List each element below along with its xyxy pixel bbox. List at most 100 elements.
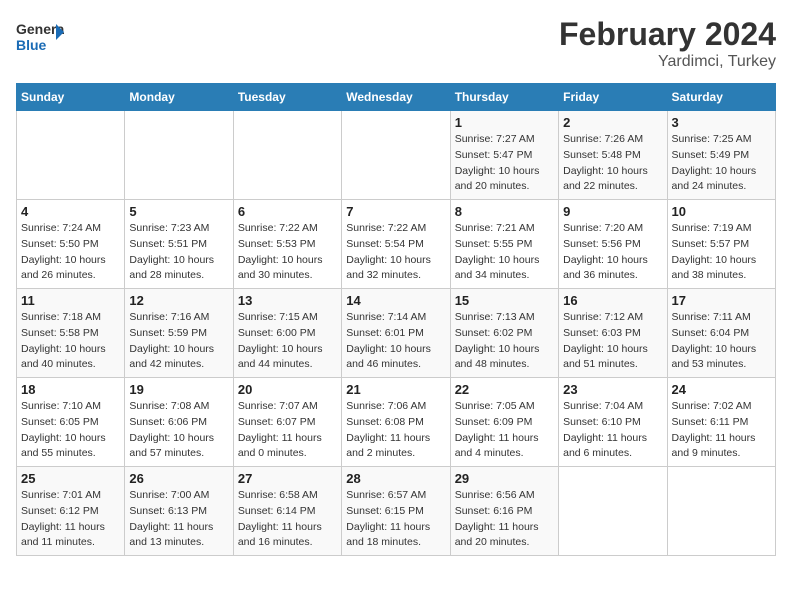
- calendar-day-cell: 5 Sunrise: 7:23 AM Sunset: 5:51 PM Daylig…: [125, 200, 233, 289]
- calendar-day-cell: 14 Sunrise: 7:14 AM Sunset: 6:01 PM Dayli…: [342, 289, 450, 378]
- title-block: February 2024 Yardimci, Turkey: [559, 16, 776, 71]
- day-number: 16: [563, 293, 662, 308]
- calendar-day-cell: 6 Sunrise: 7:22 AM Sunset: 5:53 PM Daylig…: [233, 200, 341, 289]
- day-number: 10: [672, 204, 771, 219]
- day-number: 13: [238, 293, 337, 308]
- calendar-day-cell: 12 Sunrise: 7:16 AM Sunset: 5:59 PM Dayli…: [125, 289, 233, 378]
- day-number: 22: [455, 382, 554, 397]
- day-number: 8: [455, 204, 554, 219]
- calendar-day-cell: 24 Sunrise: 7:02 AM Sunset: 6:11 PM Dayli…: [667, 378, 775, 467]
- day-details: Sunrise: 7:22 AM Sunset: 5:54 PM Dayligh…: [346, 221, 445, 284]
- day-details: Sunrise: 7:10 AM Sunset: 6:05 PM Dayligh…: [21, 399, 120, 462]
- day-details: Sunrise: 7:24 AM Sunset: 5:50 PM Dayligh…: [21, 221, 120, 284]
- day-details: Sunrise: 7:13 AM Sunset: 6:02 PM Dayligh…: [455, 310, 554, 373]
- day-number: 5: [129, 204, 228, 219]
- day-number: 9: [563, 204, 662, 219]
- day-details: Sunrise: 7:12 AM Sunset: 6:03 PM Dayligh…: [563, 310, 662, 373]
- calendar-day-cell: 28 Sunrise: 6:57 AM Sunset: 6:15 PM Dayli…: [342, 467, 450, 556]
- calendar-day-cell: 25Sunrise: 7:01 AM Sunset: 6:12 PM Dayli…: [17, 467, 125, 556]
- day-number: 28: [346, 471, 445, 486]
- calendar-table: Sunday Monday Tuesday Wednesday Thursday…: [16, 83, 776, 556]
- header-sunday: Sunday: [17, 84, 125, 111]
- calendar-day-cell: 27Sunrise: 6:58 AM Sunset: 6:14 PM Dayli…: [233, 467, 341, 556]
- day-details: Sunrise: 7:22 AM Sunset: 5:53 PM Dayligh…: [238, 221, 337, 284]
- calendar-day-cell: 17 Sunrise: 7:11 AM Sunset: 6:04 PM Dayli…: [667, 289, 775, 378]
- day-details: Sunrise: 7:20 AM Sunset: 5:56 PM Dayligh…: [563, 221, 662, 284]
- calendar-day-cell: 7 Sunrise: 7:22 AM Sunset: 5:54 PM Daylig…: [342, 200, 450, 289]
- calendar-day-cell: 3 Sunrise: 7:25 AM Sunset: 5:49 PM Daylig…: [667, 111, 775, 200]
- calendar-day-cell: 4 Sunrise: 7:24 AM Sunset: 5:50 PM Daylig…: [17, 200, 125, 289]
- calendar-day-cell: 19 Sunrise: 7:08 AM Sunset: 6:06 PM Dayli…: [125, 378, 233, 467]
- header-tuesday: Tuesday: [233, 84, 341, 111]
- header-thursday: Thursday: [450, 84, 558, 111]
- calendar-day-cell: [17, 111, 125, 200]
- page-header: General Blue February 2024 Yardimci, Tur…: [16, 16, 776, 71]
- day-number: 4: [21, 204, 120, 219]
- calendar-day-cell: [342, 111, 450, 200]
- day-number: 23: [563, 382, 662, 397]
- day-number: 11: [21, 293, 120, 308]
- day-details: Sunrise: 7:07 AM Sunset: 6:07 PM Dayligh…: [238, 399, 337, 462]
- day-details: Sunrise: 6:58 AM Sunset: 6:14 PM Dayligh…: [238, 488, 337, 551]
- calendar-day-cell: [559, 467, 667, 556]
- day-details: Sunrise: 7:16 AM Sunset: 5:59 PM Dayligh…: [129, 310, 228, 373]
- header-wednesday: Wednesday: [342, 84, 450, 111]
- day-details: Sunrise: 7:01 AM Sunset: 6:12 PM Dayligh…: [21, 488, 120, 551]
- day-number: 18: [21, 382, 120, 397]
- day-details: Sunrise: 6:57 AM Sunset: 6:15 PM Dayligh…: [346, 488, 445, 551]
- logo-icon: General Blue: [16, 16, 64, 56]
- day-details: Sunrise: 7:06 AM Sunset: 6:08 PM Dayligh…: [346, 399, 445, 462]
- day-number: 24: [672, 382, 771, 397]
- day-details: Sunrise: 7:02 AM Sunset: 6:11 PM Dayligh…: [672, 399, 771, 462]
- day-details: Sunrise: 7:27 AM Sunset: 5:47 PM Dayligh…: [455, 132, 554, 195]
- day-number: 14: [346, 293, 445, 308]
- day-number: 2: [563, 115, 662, 130]
- calendar-day-cell: 1Sunrise: 7:27 AM Sunset: 5:47 PM Daylig…: [450, 111, 558, 200]
- day-number: 20: [238, 382, 337, 397]
- day-details: Sunrise: 7:18 AM Sunset: 5:58 PM Dayligh…: [21, 310, 120, 373]
- day-details: Sunrise: 7:11 AM Sunset: 6:04 PM Dayligh…: [672, 310, 771, 373]
- header-friday: Friday: [559, 84, 667, 111]
- day-number: 26: [129, 471, 228, 486]
- calendar-week-row: 18 Sunrise: 7:10 AM Sunset: 6:05 PM Dayli…: [17, 378, 776, 467]
- calendar-day-cell: 26 Sunrise: 7:00 AM Sunset: 6:13 PM Dayli…: [125, 467, 233, 556]
- calendar-week-row: 1Sunrise: 7:27 AM Sunset: 5:47 PM Daylig…: [17, 111, 776, 200]
- day-details: Sunrise: 7:08 AM Sunset: 6:06 PM Dayligh…: [129, 399, 228, 462]
- day-details: Sunrise: 7:25 AM Sunset: 5:49 PM Dayligh…: [672, 132, 771, 195]
- calendar-week-row: 11 Sunrise: 7:18 AM Sunset: 5:58 PM Dayli…: [17, 289, 776, 378]
- day-number: 21: [346, 382, 445, 397]
- calendar-day-cell: 2Sunrise: 7:26 AM Sunset: 5:48 PM Daylig…: [559, 111, 667, 200]
- day-number: 17: [672, 293, 771, 308]
- calendar-day-cell: [667, 467, 775, 556]
- calendar-day-cell: 15 Sunrise: 7:13 AM Sunset: 6:02 PM Dayli…: [450, 289, 558, 378]
- calendar-day-cell: [233, 111, 341, 200]
- calendar-day-cell: 23Sunrise: 7:04 AM Sunset: 6:10 PM Dayli…: [559, 378, 667, 467]
- day-number: 6: [238, 204, 337, 219]
- day-number: 19: [129, 382, 228, 397]
- day-details: Sunrise: 7:23 AM Sunset: 5:51 PM Dayligh…: [129, 221, 228, 284]
- day-details: Sunrise: 7:14 AM Sunset: 6:01 PM Dayligh…: [346, 310, 445, 373]
- header-saturday: Saturday: [667, 84, 775, 111]
- svg-text:Blue: Blue: [16, 37, 47, 53]
- header-monday: Monday: [125, 84, 233, 111]
- calendar-day-cell: 11 Sunrise: 7:18 AM Sunset: 5:58 PM Dayli…: [17, 289, 125, 378]
- calendar-title: February 2024: [559, 16, 776, 53]
- calendar-week-row: 4 Sunrise: 7:24 AM Sunset: 5:50 PM Daylig…: [17, 200, 776, 289]
- calendar-day-cell: 16 Sunrise: 7:12 AM Sunset: 6:03 PM Dayli…: [559, 289, 667, 378]
- days-header-row: Sunday Monday Tuesday Wednesday Thursday…: [17, 84, 776, 111]
- day-details: Sunrise: 7:05 AM Sunset: 6:09 PM Dayligh…: [455, 399, 554, 462]
- day-details: Sunrise: 7:19 AM Sunset: 5:57 PM Dayligh…: [672, 221, 771, 284]
- calendar-week-row: 25Sunrise: 7:01 AM Sunset: 6:12 PM Dayli…: [17, 467, 776, 556]
- calendar-day-cell: 9 Sunrise: 7:20 AM Sunset: 5:56 PM Daylig…: [559, 200, 667, 289]
- day-number: 15: [455, 293, 554, 308]
- day-number: 3: [672, 115, 771, 130]
- calendar-subtitle: Yardimci, Turkey: [559, 53, 776, 71]
- day-details: Sunrise: 7:15 AM Sunset: 6:00 PM Dayligh…: [238, 310, 337, 373]
- day-details: Sunrise: 7:21 AM Sunset: 5:55 PM Dayligh…: [455, 221, 554, 284]
- day-details: Sunrise: 7:00 AM Sunset: 6:13 PM Dayligh…: [129, 488, 228, 551]
- calendar-day-cell: 29Sunrise: 6:56 AM Sunset: 6:16 PM Dayli…: [450, 467, 558, 556]
- day-number: 7: [346, 204, 445, 219]
- logo: General Blue: [16, 16, 64, 61]
- calendar-day-cell: [125, 111, 233, 200]
- day-number: 12: [129, 293, 228, 308]
